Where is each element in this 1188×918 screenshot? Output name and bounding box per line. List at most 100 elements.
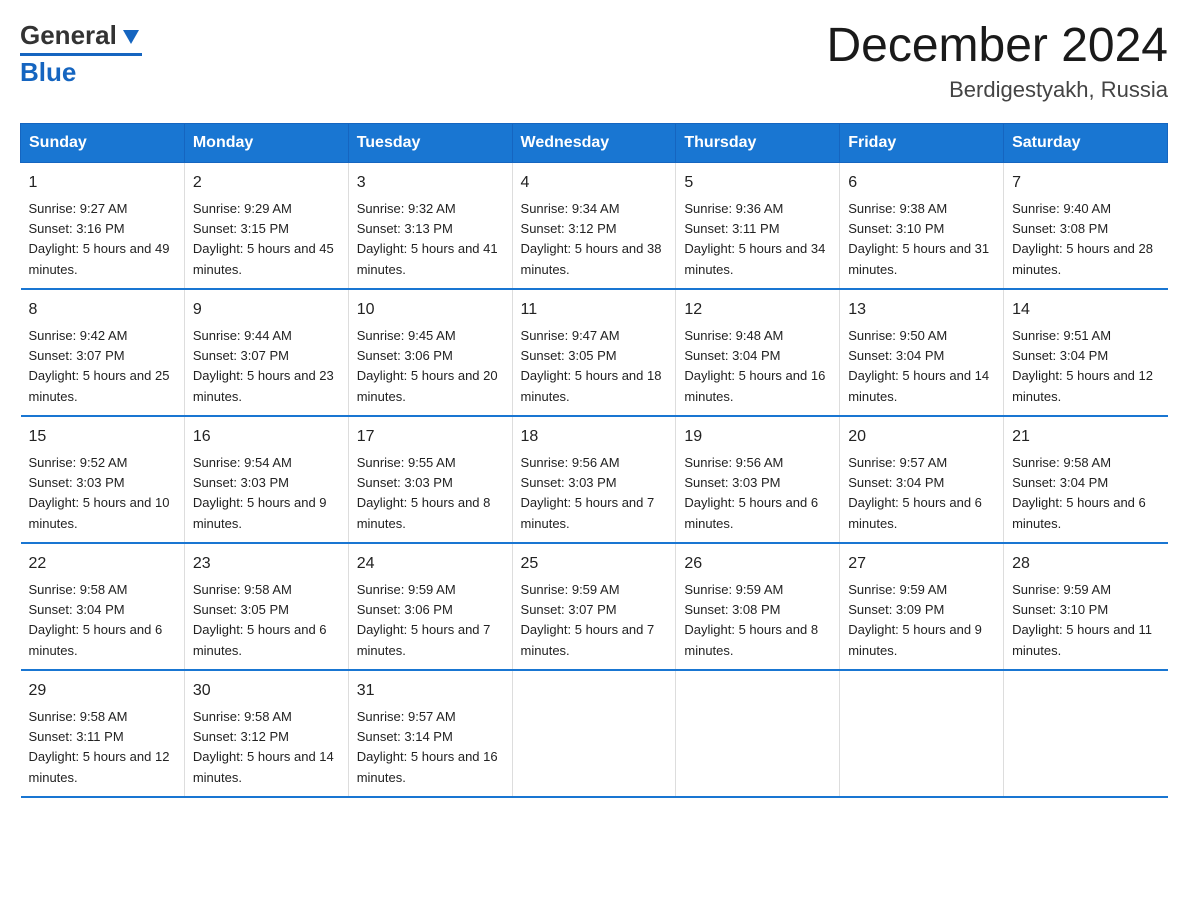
day-info: Sunrise: 9:58 AMSunset: 3:04 PMDaylight:… xyxy=(1012,455,1146,531)
calendar-cell xyxy=(676,670,840,797)
calendar-cell: 9 Sunrise: 9:44 AMSunset: 3:07 PMDayligh… xyxy=(184,289,348,416)
day-info: Sunrise: 9:32 AMSunset: 3:13 PMDaylight:… xyxy=(357,201,498,277)
calendar-week-row: 8 Sunrise: 9:42 AMSunset: 3:07 PMDayligh… xyxy=(21,289,1168,416)
header-tuesday: Tuesday xyxy=(348,123,512,162)
calendar-cell: 11 Sunrise: 9:47 AMSunset: 3:05 PMDaylig… xyxy=(512,289,676,416)
day-info: Sunrise: 9:29 AMSunset: 3:15 PMDaylight:… xyxy=(193,201,334,277)
day-info: Sunrise: 9:52 AMSunset: 3:03 PMDaylight:… xyxy=(29,455,170,531)
day-number: 8 xyxy=(29,298,176,322)
day-info: Sunrise: 9:36 AMSunset: 3:11 PMDaylight:… xyxy=(684,201,825,277)
day-info: Sunrise: 9:58 AMSunset: 3:11 PMDaylight:… xyxy=(29,709,170,785)
day-info: Sunrise: 9:59 AMSunset: 3:10 PMDaylight:… xyxy=(1012,582,1152,658)
calendar-cell: 6 Sunrise: 9:38 AMSunset: 3:10 PMDayligh… xyxy=(840,162,1004,289)
day-number: 11 xyxy=(521,298,668,322)
day-number: 17 xyxy=(357,425,504,449)
header-saturday: Saturday xyxy=(1004,123,1168,162)
logo-general-text: General xyxy=(20,20,117,51)
page-title: December 2024 xyxy=(826,20,1168,73)
day-info: Sunrise: 9:59 AMSunset: 3:07 PMDaylight:… xyxy=(521,582,655,658)
day-info: Sunrise: 9:38 AMSunset: 3:10 PMDaylight:… xyxy=(848,201,989,277)
day-number: 23 xyxy=(193,552,340,576)
day-number: 29 xyxy=(29,679,176,703)
header-wednesday: Wednesday xyxy=(512,123,676,162)
day-number: 26 xyxy=(684,552,831,576)
calendar-cell: 17 Sunrise: 9:55 AMSunset: 3:03 PMDaylig… xyxy=(348,416,512,543)
calendar-cell: 4 Sunrise: 9:34 AMSunset: 3:12 PMDayligh… xyxy=(512,162,676,289)
day-info: Sunrise: 9:59 AMSunset: 3:08 PMDaylight:… xyxy=(684,582,818,658)
calendar-header-row: Sunday Monday Tuesday Wednesday Thursday… xyxy=(21,123,1168,162)
day-info: Sunrise: 9:58 AMSunset: 3:05 PMDaylight:… xyxy=(193,582,327,658)
calendar-cell xyxy=(512,670,676,797)
calendar-week-row: 15 Sunrise: 9:52 AMSunset: 3:03 PMDaylig… xyxy=(21,416,1168,543)
day-number: 15 xyxy=(29,425,176,449)
day-number: 1 xyxy=(29,171,176,195)
day-info: Sunrise: 9:27 AMSunset: 3:16 PMDaylight:… xyxy=(29,201,170,277)
day-number: 4 xyxy=(521,171,668,195)
day-info: Sunrise: 9:34 AMSunset: 3:12 PMDaylight:… xyxy=(521,201,662,277)
calendar-cell: 27 Sunrise: 9:59 AMSunset: 3:09 PMDaylig… xyxy=(840,543,1004,670)
calendar-cell: 1 Sunrise: 9:27 AMSunset: 3:16 PMDayligh… xyxy=(21,162,185,289)
calendar-cell: 3 Sunrise: 9:32 AMSunset: 3:13 PMDayligh… xyxy=(348,162,512,289)
day-number: 21 xyxy=(1012,425,1159,449)
calendar-cell: 21 Sunrise: 9:58 AMSunset: 3:04 PMDaylig… xyxy=(1004,416,1168,543)
day-number: 27 xyxy=(848,552,995,576)
title-section: December 2024 Berdigestyakh, Russia xyxy=(826,20,1168,103)
logo-blue-text: Blue xyxy=(20,57,76,87)
day-info: Sunrise: 9:56 AMSunset: 3:03 PMDaylight:… xyxy=(521,455,655,531)
logo-triangle-icon xyxy=(120,26,142,48)
header-friday: Friday xyxy=(840,123,1004,162)
calendar-cell: 16 Sunrise: 9:54 AMSunset: 3:03 PMDaylig… xyxy=(184,416,348,543)
day-info: Sunrise: 9:58 AMSunset: 3:12 PMDaylight:… xyxy=(193,709,334,785)
day-number: 24 xyxy=(357,552,504,576)
day-number: 6 xyxy=(848,171,995,195)
day-number: 12 xyxy=(684,298,831,322)
calendar-cell: 18 Sunrise: 9:56 AMSunset: 3:03 PMDaylig… xyxy=(512,416,676,543)
calendar-cell: 15 Sunrise: 9:52 AMSunset: 3:03 PMDaylig… xyxy=(21,416,185,543)
day-number: 18 xyxy=(521,425,668,449)
day-info: Sunrise: 9:50 AMSunset: 3:04 PMDaylight:… xyxy=(848,328,989,404)
calendar-cell: 29 Sunrise: 9:58 AMSunset: 3:11 PMDaylig… xyxy=(21,670,185,797)
day-info: Sunrise: 9:42 AMSunset: 3:07 PMDaylight:… xyxy=(29,328,170,404)
calendar-cell: 2 Sunrise: 9:29 AMSunset: 3:15 PMDayligh… xyxy=(184,162,348,289)
day-info: Sunrise: 9:56 AMSunset: 3:03 PMDaylight:… xyxy=(684,455,818,531)
calendar-cell: 7 Sunrise: 9:40 AMSunset: 3:08 PMDayligh… xyxy=(1004,162,1168,289)
day-number: 31 xyxy=(357,679,504,703)
calendar-cell xyxy=(1004,670,1168,797)
calendar-cell: 13 Sunrise: 9:50 AMSunset: 3:04 PMDaylig… xyxy=(840,289,1004,416)
page-header: General Blue December 2024 Berdigestyakh… xyxy=(20,20,1168,103)
calendar-cell: 30 Sunrise: 9:58 AMSunset: 3:12 PMDaylig… xyxy=(184,670,348,797)
calendar-cell: 26 Sunrise: 9:59 AMSunset: 3:08 PMDaylig… xyxy=(676,543,840,670)
calendar-cell: 14 Sunrise: 9:51 AMSunset: 3:04 PMDaylig… xyxy=(1004,289,1168,416)
day-number: 28 xyxy=(1012,552,1159,576)
day-info: Sunrise: 9:48 AMSunset: 3:04 PMDaylight:… xyxy=(684,328,825,404)
day-info: Sunrise: 9:44 AMSunset: 3:07 PMDaylight:… xyxy=(193,328,334,404)
calendar-cell: 12 Sunrise: 9:48 AMSunset: 3:04 PMDaylig… xyxy=(676,289,840,416)
day-number: 25 xyxy=(521,552,668,576)
day-number: 5 xyxy=(684,171,831,195)
page-subtitle: Berdigestyakh, Russia xyxy=(826,77,1168,103)
calendar-week-row: 29 Sunrise: 9:58 AMSunset: 3:11 PMDaylig… xyxy=(21,670,1168,797)
calendar-cell: 10 Sunrise: 9:45 AMSunset: 3:06 PMDaylig… xyxy=(348,289,512,416)
calendar-week-row: 22 Sunrise: 9:58 AMSunset: 3:04 PMDaylig… xyxy=(21,543,1168,670)
day-number: 19 xyxy=(684,425,831,449)
calendar-cell: 8 Sunrise: 9:42 AMSunset: 3:07 PMDayligh… xyxy=(21,289,185,416)
day-number: 3 xyxy=(357,171,504,195)
logo: General Blue xyxy=(20,20,142,88)
day-info: Sunrise: 9:59 AMSunset: 3:09 PMDaylight:… xyxy=(848,582,982,658)
day-info: Sunrise: 9:57 AMSunset: 3:04 PMDaylight:… xyxy=(848,455,982,531)
calendar-table: Sunday Monday Tuesday Wednesday Thursday… xyxy=(20,123,1168,798)
header-sunday: Sunday xyxy=(21,123,185,162)
calendar-cell: 19 Sunrise: 9:56 AMSunset: 3:03 PMDaylig… xyxy=(676,416,840,543)
day-info: Sunrise: 9:59 AMSunset: 3:06 PMDaylight:… xyxy=(357,582,491,658)
day-info: Sunrise: 9:47 AMSunset: 3:05 PMDaylight:… xyxy=(521,328,662,404)
calendar-cell: 25 Sunrise: 9:59 AMSunset: 3:07 PMDaylig… xyxy=(512,543,676,670)
day-number: 2 xyxy=(193,171,340,195)
day-number: 16 xyxy=(193,425,340,449)
calendar-cell: 5 Sunrise: 9:36 AMSunset: 3:11 PMDayligh… xyxy=(676,162,840,289)
day-info: Sunrise: 9:40 AMSunset: 3:08 PMDaylight:… xyxy=(1012,201,1153,277)
day-info: Sunrise: 9:51 AMSunset: 3:04 PMDaylight:… xyxy=(1012,328,1153,404)
calendar-cell: 31 Sunrise: 9:57 AMSunset: 3:14 PMDaylig… xyxy=(348,670,512,797)
day-number: 7 xyxy=(1012,171,1159,195)
day-number: 22 xyxy=(29,552,176,576)
day-info: Sunrise: 9:55 AMSunset: 3:03 PMDaylight:… xyxy=(357,455,491,531)
